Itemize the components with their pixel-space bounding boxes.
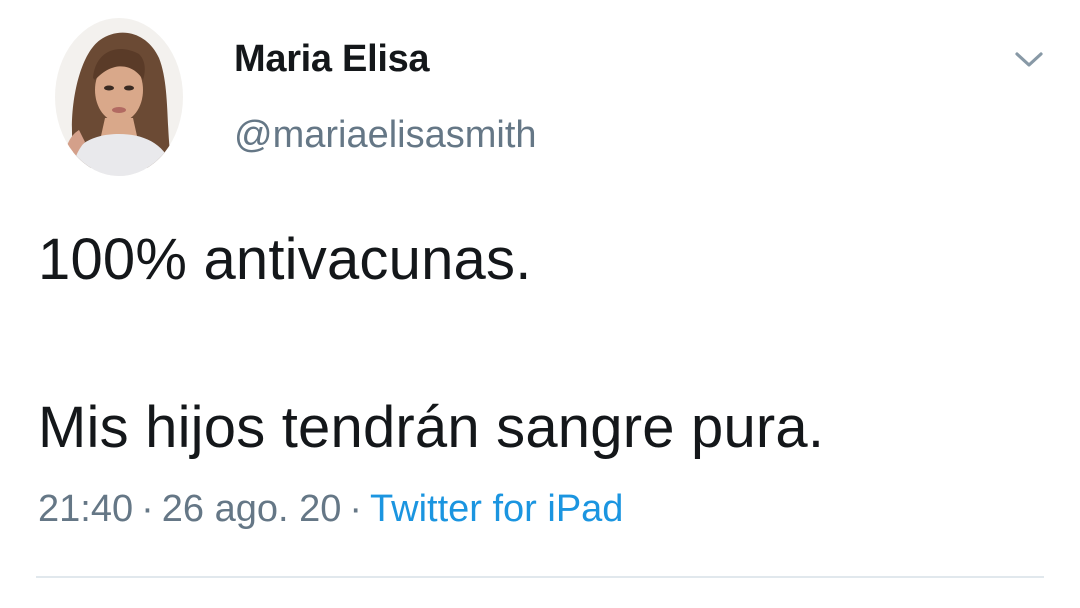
tweet-time[interactable]: 21:40 xyxy=(38,488,133,530)
chevron-down-icon xyxy=(1015,52,1043,67)
tweet-menu-button[interactable] xyxy=(1006,42,1052,78)
divider xyxy=(36,576,1044,578)
tweet-card: Maria Elisa @mariaelisasmith 100% antiva… xyxy=(0,0,1080,608)
tweet-text-line-2: Mis hijos tendrán sangre pura. xyxy=(38,395,825,460)
avatar-photo xyxy=(55,18,183,176)
tweet-source-link[interactable]: Twitter for iPad xyxy=(370,488,623,530)
meta-separator: · xyxy=(141,488,154,530)
tweet-meta: 21:40 · 26 ago. 20 · Twitter for iPad xyxy=(38,488,623,531)
meta-separator: · xyxy=(349,488,363,530)
user-handle[interactable]: @mariaelisasmith xyxy=(234,114,537,157)
display-name[interactable]: Maria Elisa xyxy=(234,38,430,81)
tweet-date[interactable]: 26 ago. 20 xyxy=(162,488,342,530)
tweet-text-line-1: 100% antivacunas. xyxy=(38,227,532,292)
avatar[interactable] xyxy=(55,18,183,176)
